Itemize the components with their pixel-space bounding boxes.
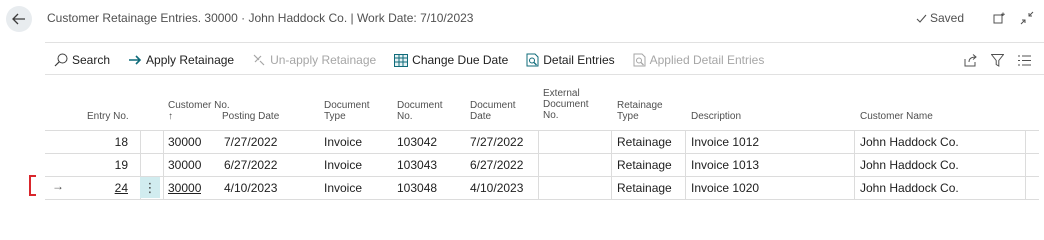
- col-header-description[interactable]: Description: [691, 111, 741, 122]
- column-divider: [163, 131, 164, 153]
- selection-bracket: [29, 175, 36, 196]
- saved-status: Saved: [916, 11, 964, 25]
- col-header-external-document-no-line2: Document: [543, 99, 589, 110]
- table-row-selected[interactable]: 24 30000 4/10/2023 Invoice 103048 4/10/2…: [45, 176, 1039, 200]
- cell-document-date: 4/10/2023: [470, 181, 524, 195]
- cell-customer-no: 30000: [168, 135, 202, 149]
- cell-description: Invoice 1013: [691, 158, 760, 172]
- column-divider: [163, 177, 164, 199]
- cell-document-type: Invoice: [324, 158, 363, 172]
- cell-document-no: 103048: [397, 181, 438, 195]
- col-header-document-date[interactable]: Document Date: [470, 100, 516, 122]
- col-header-document-type[interactable]: Document Type: [324, 100, 370, 122]
- list-view-button[interactable]: [1015, 50, 1033, 70]
- filter-icon: [990, 53, 1004, 67]
- cell-customer-no: 30000: [168, 158, 202, 172]
- share-button[interactable]: [962, 50, 980, 70]
- col-header-external-document-no-line1: External: [543, 88, 580, 99]
- list-view-icon: [1017, 54, 1031, 66]
- col-header-retainage-type[interactable]: Retainage Type: [617, 100, 663, 122]
- back-arrow-icon: [12, 13, 25, 25]
- column-divider: [1025, 177, 1026, 199]
- back-button[interactable]: [6, 6, 32, 32]
- cell-document-date: 7/27/2022: [470, 135, 524, 149]
- cell-entry-no[interactable]: 18: [85, 131, 128, 153]
- action-bar-divider: [45, 74, 1044, 75]
- page-tools: [0, 50, 1044, 70]
- col-header-document-date-line1: Document: [470, 100, 516, 111]
- column-divider: [854, 177, 855, 199]
- cell-retainage-type: Retainage: [617, 158, 672, 172]
- column-divider: [685, 177, 686, 199]
- cell-document-type: Invoice: [324, 135, 363, 149]
- col-header-posting-date[interactable]: Posting Date: [222, 111, 279, 122]
- col-header-retainage-type-line2: Type: [617, 111, 639, 122]
- col-header-document-type-line1: Document: [324, 100, 370, 111]
- col-header-entry-no[interactable]: Entry No.: [87, 111, 129, 122]
- table-row[interactable]: 18 30000 7/27/2022 Invoice 103042 7/27/2…: [45, 130, 1039, 153]
- row-actions-menu-button[interactable]: ⋮: [140, 177, 160, 198]
- cell-description: Invoice 1012: [691, 135, 760, 149]
- cell-document-no: 103042: [397, 135, 438, 149]
- cell-posting-date: 4/10/2023: [224, 181, 278, 195]
- column-divider: [538, 131, 539, 153]
- col-header-customer-no-line1: Customer No.: [168, 100, 230, 111]
- col-header-external-document-no[interactable]: External Document No.: [543, 88, 589, 121]
- column-divider: [140, 131, 141, 153]
- cell-document-no: 103043: [397, 158, 438, 172]
- cell-customer-name: John Haddock Co.: [860, 158, 959, 172]
- column-divider: [611, 154, 612, 176]
- column-divider: [854, 131, 855, 153]
- column-divider: [140, 154, 141, 176]
- checkmark-icon: [916, 14, 927, 23]
- cell-posting-date: 6/27/2022: [224, 158, 278, 172]
- collapse-button[interactable]: [1018, 9, 1036, 27]
- current-row-arrow-icon: →: [52, 179, 64, 193]
- saved-label: Saved: [930, 11, 965, 25]
- col-header-document-no-line1: Document: [397, 100, 443, 111]
- sort-ascending-icon: ↑: [168, 111, 173, 122]
- col-header-external-document-no-line3: No.: [543, 110, 559, 121]
- cell-document-type: Invoice: [324, 181, 363, 195]
- col-header-document-no[interactable]: Document No.: [397, 100, 443, 122]
- cell-document-date: 6/27/2022: [470, 158, 524, 172]
- column-divider: [1025, 154, 1026, 176]
- cell-description: Invoice 1020: [691, 181, 760, 195]
- col-header-document-no-line2: No.: [397, 111, 413, 122]
- column-divider: [163, 154, 164, 176]
- collapse-icon: [1020, 11, 1034, 25]
- column-divider: [538, 177, 539, 199]
- column-divider: [685, 154, 686, 176]
- more-options-icon: ⋮: [143, 179, 157, 195]
- column-divider: [1025, 131, 1026, 153]
- cell-retainage-type: Retainage: [617, 181, 672, 195]
- column-divider: [854, 154, 855, 176]
- col-header-customer-no[interactable]: Customer No. ↑: [168, 100, 230, 122]
- column-divider: [685, 131, 686, 153]
- header-divider: [45, 42, 1044, 43]
- share-icon: [964, 53, 977, 66]
- column-divider: [611, 131, 612, 153]
- filter-button[interactable]: [988, 50, 1006, 70]
- cell-retainage-type: Retainage: [617, 135, 672, 149]
- cell-customer-name: John Haddock Co.: [860, 181, 959, 195]
- col-header-document-type-line2: Type: [324, 111, 346, 122]
- page-title: Customer Retainage Entries. 30000 · John…: [47, 11, 474, 25]
- cell-entry-no[interactable]: 19: [85, 154, 128, 176]
- column-divider: [611, 177, 612, 199]
- cell-customer-no[interactable]: 30000: [168, 177, 201, 199]
- col-header-customer-name[interactable]: Customer Name: [860, 111, 933, 122]
- cell-posting-date: 7/27/2022: [224, 135, 278, 149]
- open-new-window-icon: [993, 12, 1005, 24]
- open-new-window-button[interactable]: [991, 9, 1009, 27]
- column-divider: [538, 154, 539, 176]
- col-header-retainage-type-line1: Retainage: [617, 100, 663, 111]
- col-header-document-date-line2: Date: [470, 111, 492, 122]
- cell-entry-no-link[interactable]: 24: [85, 177, 128, 199]
- table-row[interactable]: 19 30000 6/27/2022 Invoice 103043 6/27/2…: [45, 153, 1039, 176]
- entries-grid: Entry No. Customer No. ↑ Posting Date Do…: [45, 80, 1039, 200]
- cell-customer-name: John Haddock Co.: [860, 135, 959, 149]
